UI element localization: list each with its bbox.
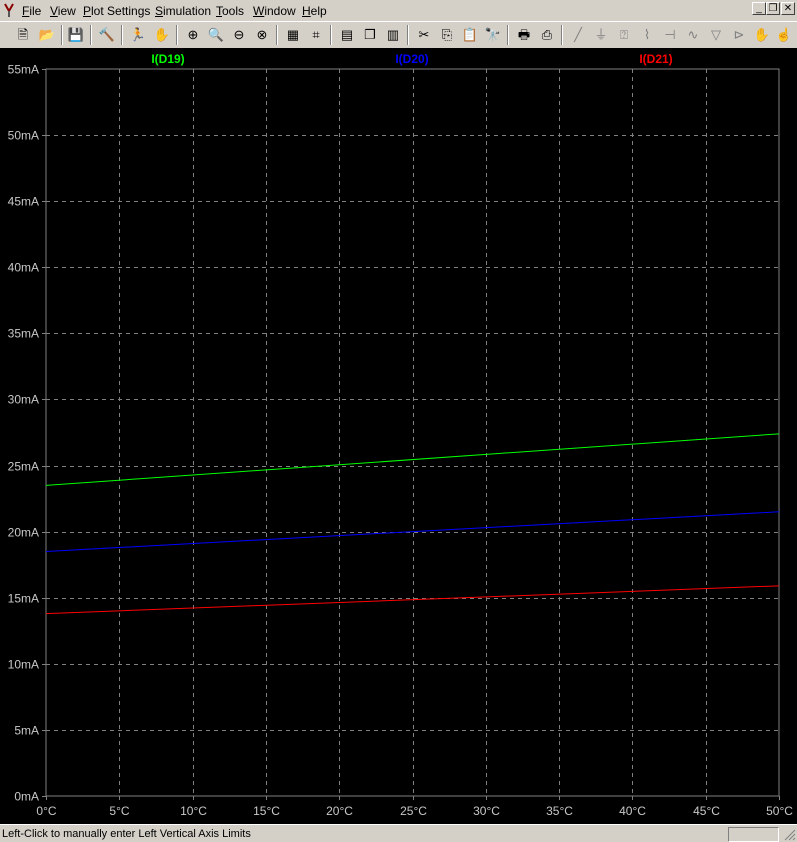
waveform-plot-pane[interactable]: 0°C 5°C 10°C 15°C 20°C 25°C 30°C 35°C 40°C 45°C 50… (0, 48, 797, 824)
y-tick-label[interactable]: 50mA (8, 129, 39, 143)
move-icon[interactable]: ✋ (752, 25, 772, 45)
resistor-icon[interactable]: ⌇ (637, 25, 657, 45)
menu-tools[interactable]: Tools (216, 4, 244, 18)
wire-icon[interactable]: ╱ (568, 25, 588, 45)
pan-icon[interactable]: 🔍 (206, 25, 226, 45)
print-setup-icon[interactable]: 🖶 (514, 25, 534, 45)
cascade-icon[interactable]: ❐ (360, 25, 380, 45)
y-tick-label[interactable]: 45mA (8, 195, 39, 209)
y-tick-label[interactable]: 10mA (8, 658, 39, 672)
minimize-button[interactable]: _ (752, 2, 766, 15)
y-tick-label[interactable]: 35mA (8, 327, 39, 341)
find-icon[interactable]: 🔭 (483, 25, 503, 45)
toolbar-separator (330, 25, 332, 45)
toolbar-separator (407, 25, 409, 45)
ground-icon[interactable]: ⏚ (591, 25, 611, 45)
capacitor-icon[interactable]: ⊣ (660, 25, 680, 45)
x-tick-label: 40°C (619, 804, 646, 818)
toolbar-separator (507, 25, 509, 45)
restore-button[interactable]: ❐ (766, 2, 780, 15)
status-text: Left-Click to manually enter Left Vertic… (2, 828, 251, 840)
toolbar-separator (561, 25, 563, 45)
trace-line[interactable] (45, 585, 780, 615)
x-tick-label: 5°C (109, 804, 129, 818)
toolbar-separator (121, 25, 123, 45)
x-tick-label: 30°C (473, 804, 500, 818)
x-tick-label: 20°C (326, 804, 353, 818)
close-button[interactable]: ✕ (781, 2, 795, 15)
x-tick-label: 45°C (693, 804, 720, 818)
x-tick-label: 10°C (180, 804, 207, 818)
cut-icon[interactable]: ✂ (414, 25, 434, 45)
save-icon[interactable]: 💾 (66, 25, 86, 45)
print-icon[interactable]: ⎙ (537, 25, 557, 45)
menu-window[interactable]: Window (253, 4, 296, 18)
zoom-full-icon[interactable]: ⊗ (252, 25, 272, 45)
autorange-icon[interactable]: ▦ (283, 25, 303, 45)
waveform-chart[interactable]: 0°C 5°C 10°C 15°C 20°C 25°C 30°C 35°C 40°C 45°C 50… (0, 48, 797, 824)
toolbar: 🗎 📂 💾 🔨 🏃 ✋ ⊕ 🔍 ⊖ ⊗ ▦ ⌗ ▤ ❐ ▥ ✂ ⎘ 📋 🔭 🖶 … (0, 21, 797, 48)
pick-visible-traces-icon[interactable]: ⌗ (306, 25, 326, 45)
y-tick-label[interactable]: 15mA (8, 592, 39, 606)
trace-line[interactable] (45, 511, 780, 552)
status-bar: Left-Click to manually enter Left Vertic… (0, 824, 797, 842)
resize-grip-icon[interactable] (784, 829, 796, 841)
component-icon[interactable]: ⊳ (729, 25, 749, 45)
open-folder-icon[interactable]: 📂 (37, 25, 57, 45)
label-net-icon[interactable]: ⍰ (614, 25, 634, 45)
y-tick-label[interactable]: 20mA (8, 526, 39, 540)
x-tick-label: 15°C (253, 804, 280, 818)
plot-frame (45, 68, 780, 797)
menu-bar: File View Plot Settings Simulation Tools… (0, 0, 797, 21)
menu-simulation[interactable]: Simulation (155, 4, 211, 18)
toolbar-separator (276, 25, 278, 45)
ltspice-app-icon[interactable] (2, 2, 16, 18)
tile-horizontal-icon[interactable]: ▤ (337, 25, 357, 45)
x-tick-label: 0°C (36, 804, 56, 818)
x-tick-label: 25°C (400, 804, 427, 818)
menu-plot-settings[interactable]: Plot Settings (83, 4, 150, 18)
control-panel-icon[interactable]: 🔨 (97, 25, 117, 45)
zoom-area-icon[interactable]: ⊕ (183, 25, 203, 45)
trace-line[interactable] (45, 433, 780, 486)
status-panel (728, 827, 779, 842)
trace-label[interactable]: I(D21) (639, 52, 672, 66)
menu-file[interactable]: File (22, 4, 41, 18)
paste-icon[interactable]: 📋 (460, 25, 480, 45)
menu-view[interactable]: View (50, 4, 76, 18)
y-tick-label[interactable]: 40mA (8, 261, 39, 275)
new-schematic-icon[interactable]: 🗎 (13, 25, 33, 45)
y-tick-label[interactable]: 55mA (8, 63, 39, 77)
run-icon[interactable]: 🏃 (128, 25, 148, 45)
y-tick-label[interactable]: 0mA (14, 790, 39, 804)
y-tick-label[interactable]: 30mA (8, 393, 39, 407)
x-tick-label: 50°C (766, 804, 793, 818)
tile-vertical-icon[interactable]: ▥ (383, 25, 403, 45)
diode-icon[interactable]: ▽ (706, 25, 726, 45)
drag-icon[interactable]: ☝ (774, 25, 794, 45)
trace-label[interactable]: I(D19) (151, 52, 184, 66)
copy-icon[interactable]: ⎘ (437, 25, 457, 45)
menu-help[interactable]: Help (302, 4, 327, 18)
y-tick-label[interactable]: 5mA (14, 724, 39, 738)
toolbar-separator (90, 25, 92, 45)
toolbar-separator (176, 25, 178, 45)
trace-label[interactable]: I(D20) (395, 52, 428, 66)
y-tick-label[interactable]: 25mA (8, 460, 39, 474)
toolbar-separator (61, 25, 63, 45)
halt-icon[interactable]: ✋ (152, 25, 172, 45)
inductor-icon[interactable]: ∿ (683, 25, 703, 45)
x-tick-label: 35°C (546, 804, 573, 818)
zoom-out-icon[interactable]: ⊖ (229, 25, 249, 45)
